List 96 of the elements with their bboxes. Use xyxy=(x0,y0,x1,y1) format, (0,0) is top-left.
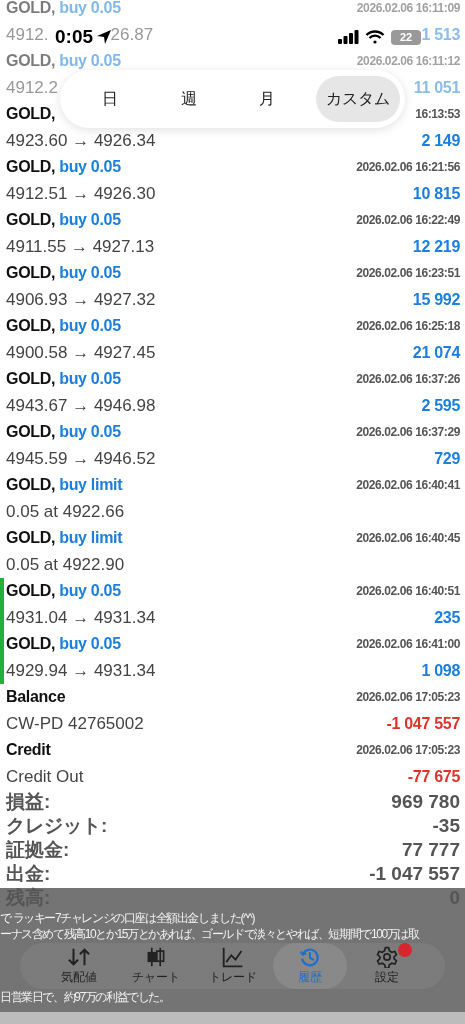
row-time: 2026.02.06 16:41:00 xyxy=(356,637,460,651)
arrows-icon xyxy=(65,946,92,968)
summary-value: 77 777 xyxy=(401,839,460,861)
caption-text: で ラッキー7チャレンジの口座は全額出金しました(^^) xyxy=(0,910,256,926)
amount-value: -1 047 557 xyxy=(386,714,460,733)
period-tab[interactable]: 週 xyxy=(158,76,219,122)
profit-value: 235 xyxy=(434,608,460,627)
caption-text: 日営業日で、約97万の利益でした。 xyxy=(0,989,171,1005)
profit-value: 1 098 xyxy=(421,661,460,680)
price-range: 4906.93 → 4927.32 xyxy=(6,289,156,310)
summary-value: -1 047 557 xyxy=(369,863,460,885)
row-title: GOLD, xyxy=(6,0,56,17)
order-side: buy 0.05 xyxy=(59,635,121,653)
row-title: GOLD, xyxy=(6,635,56,653)
order-side: buy limit xyxy=(59,476,123,494)
order-side: buy limit xyxy=(59,529,123,547)
caption-text: ーナス含めて残高10とか15万とかあれば、ゴールドで淡々とやれば、短期間で100万は取 xyxy=(0,926,421,942)
price-range: 4911.55 → 4927.13 xyxy=(6,236,155,257)
row-title: GOLD, xyxy=(6,264,56,282)
order-side: buy 0.05 xyxy=(59,211,121,229)
row-title: GOLD, xyxy=(6,105,56,123)
row-title: GOLD, xyxy=(6,582,56,600)
period-tab[interactable]: 日 xyxy=(80,76,140,122)
price-range: 4943.67 → 4946.98 xyxy=(6,395,156,416)
profit-value: 729 xyxy=(434,449,460,468)
profit-value: 1 513 xyxy=(421,25,460,44)
profit-value: 11 051 xyxy=(413,78,460,97)
row-time: 2026.02.06 16:40:41 xyxy=(356,478,460,492)
price-range: 4912.51 → 4926.30 xyxy=(6,183,156,204)
summary-label: 損益: xyxy=(6,790,51,814)
row-title: GOLD, xyxy=(6,158,56,176)
row-time: 16:13:53 xyxy=(415,107,460,121)
order-side: buy 0.05 xyxy=(59,264,121,282)
profit-value: 10 815 xyxy=(412,184,460,203)
amount-value: -77 675 xyxy=(407,767,460,786)
order-side: buy 0.05 xyxy=(59,582,121,600)
order-side: buy 0.05 xyxy=(59,317,121,335)
balance-comment: Credit Out xyxy=(6,766,84,787)
location-icon xyxy=(96,29,113,45)
row-title: GOLD, xyxy=(6,52,56,70)
balance-comment: CW-PD 42765002 xyxy=(6,713,144,734)
row-title: GOLD, xyxy=(6,423,56,441)
row-title: GOLD, xyxy=(6,211,56,229)
period-tab[interactable]: 月 xyxy=(237,76,298,122)
row-time: 2026.02.06 16:25:18 xyxy=(356,319,460,333)
summary-label: クレジット: xyxy=(6,814,108,838)
row-title: GOLD, xyxy=(6,529,56,547)
nav-tab[interactable]: 設定 xyxy=(349,943,424,989)
summary-label: 出金: xyxy=(6,862,51,886)
price-range: 4900.58 → 4927.45 xyxy=(6,342,156,363)
price-range: 4923.60 → 4926.34 xyxy=(6,130,156,151)
order-side: buy 0.05 xyxy=(59,52,121,70)
order-side: buy 0.05 xyxy=(59,423,121,441)
price-range: 4945.59 → 4946.52 xyxy=(6,448,156,469)
profit-value: 2 595 xyxy=(421,396,460,415)
row-time: 2026.02.06 17:05:23 xyxy=(356,743,460,757)
row-time: 2026.02.06 16:23:51 xyxy=(356,266,460,280)
row-time: 2026.02.06 16:11:09 xyxy=(356,1,460,15)
profit-value: 21 074 xyxy=(412,343,460,362)
battery-icon: 22 xyxy=(391,29,421,45)
profit-value: 2 149 xyxy=(421,131,460,150)
status-time: 0:05 xyxy=(55,26,94,48)
nav-tab[interactable]: トレード xyxy=(195,943,270,989)
profit-value: 12 219 xyxy=(412,237,460,256)
order-detail: 0.05 at 4922.66 xyxy=(6,501,125,522)
row-time: 2026.02.06 17:05:23 xyxy=(356,690,460,704)
row-title: GOLD, xyxy=(6,317,56,335)
price-range: 4931.04 → 4931.34 xyxy=(6,607,156,628)
nav-tab[interactable]: チャート xyxy=(118,943,193,989)
nav-tab[interactable]: 気配値 xyxy=(41,943,116,989)
row-time: 2026.02.06 16:22:49 xyxy=(356,213,460,227)
row-time: 2026.02.06 16:37:29 xyxy=(356,425,460,439)
signal-icon xyxy=(338,30,359,44)
price-range: 4929.94 → 4931.34 xyxy=(6,660,156,681)
order-side: buy 0.05 xyxy=(59,370,121,388)
order-side: buy 0.05 xyxy=(59,0,121,17)
profit-value: 15 992 xyxy=(412,290,460,309)
row-title: Balance xyxy=(6,688,66,706)
summary-value: 969 780 xyxy=(391,791,460,813)
summary-label: 証拠金: xyxy=(6,838,70,862)
row-title: GOLD, xyxy=(6,476,56,494)
order-side: buy 0.05 xyxy=(59,158,121,176)
summary-value: -35 xyxy=(432,815,460,837)
price-range: 4912.2 xyxy=(6,77,58,98)
period-tab[interactable]: カスタム xyxy=(315,76,400,122)
row-title: Credit xyxy=(6,741,51,759)
wifi-icon xyxy=(365,30,385,44)
row-time: 2026.02.06 16:21:56 xyxy=(356,160,460,174)
row-time: 2026.02.06 16:11:12 xyxy=(356,54,460,68)
price-range: 26.87 xyxy=(110,24,154,45)
row-time: 2026.02.06 16:40:45 xyxy=(356,531,460,545)
price-range: 4912. xyxy=(6,24,49,45)
row-time: 2026.02.06 16:40:51 xyxy=(356,584,460,598)
order-detail: 0.05 at 4922.90 xyxy=(6,554,125,575)
row-title: GOLD, xyxy=(6,370,56,388)
row-time: 2026.02.06 16:37:26 xyxy=(356,372,460,386)
